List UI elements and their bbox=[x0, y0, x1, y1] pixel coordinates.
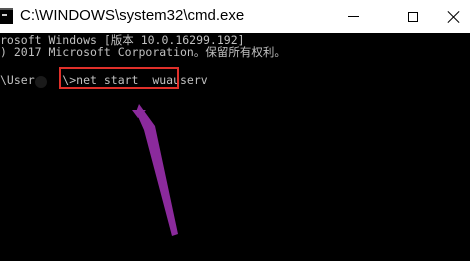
annotation-arrow-icon bbox=[132, 104, 178, 236]
arrow-shaft bbox=[136, 104, 178, 236]
